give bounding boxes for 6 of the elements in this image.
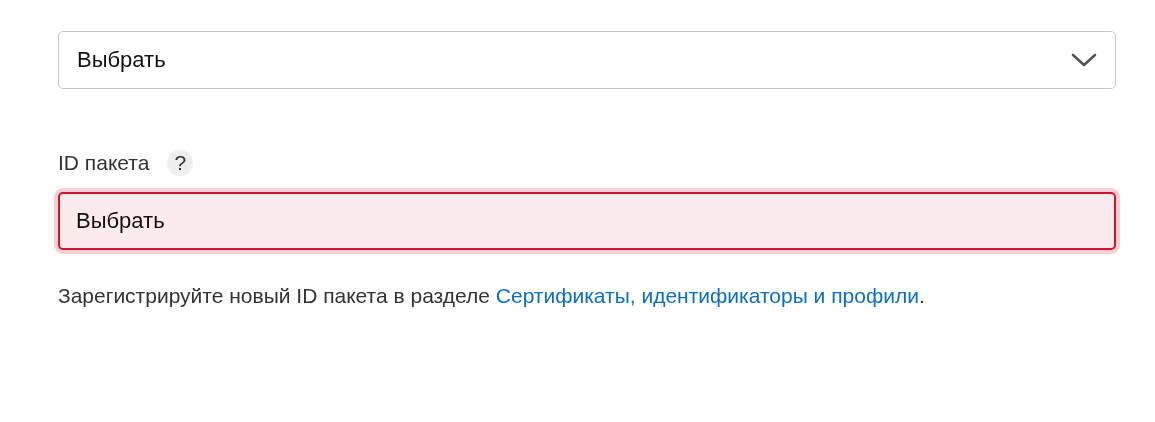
link[interactable]: Сертификаты, идентификаторы и профили <box>495 284 919 307</box>
chevron-down-icon <box>1071 52 1097 68</box>
field-label: ID пакета <box>58 151 150 175</box>
help-icon[interactable]: ? <box>167 150 194 176</box>
help-text: Зарегистрируйте новый ID пакета в разделе Сертификаты, идентификаторы и профили. <box>58 283 926 309</box>
select-field[interactable]: Выбрать <box>58 31 1116 89</box>
